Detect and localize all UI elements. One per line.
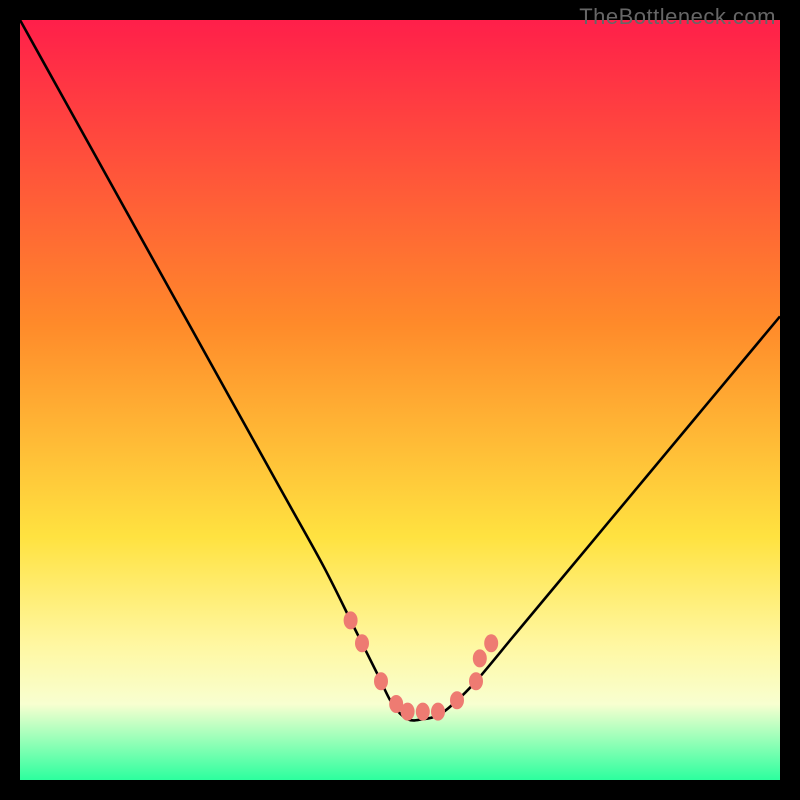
trough-marker bbox=[473, 649, 487, 667]
gradient-background bbox=[20, 20, 780, 780]
trough-marker bbox=[344, 611, 358, 629]
trough-marker bbox=[416, 703, 430, 721]
trough-marker bbox=[401, 703, 415, 721]
bottleneck-chart bbox=[20, 20, 780, 780]
trough-marker bbox=[484, 634, 498, 652]
watermark-text: TheBottleneck.com bbox=[579, 4, 776, 30]
trough-marker bbox=[469, 672, 483, 690]
chart-frame bbox=[20, 20, 780, 780]
trough-marker bbox=[450, 691, 464, 709]
trough-marker bbox=[355, 634, 369, 652]
trough-marker bbox=[431, 703, 445, 721]
trough-marker bbox=[374, 672, 388, 690]
